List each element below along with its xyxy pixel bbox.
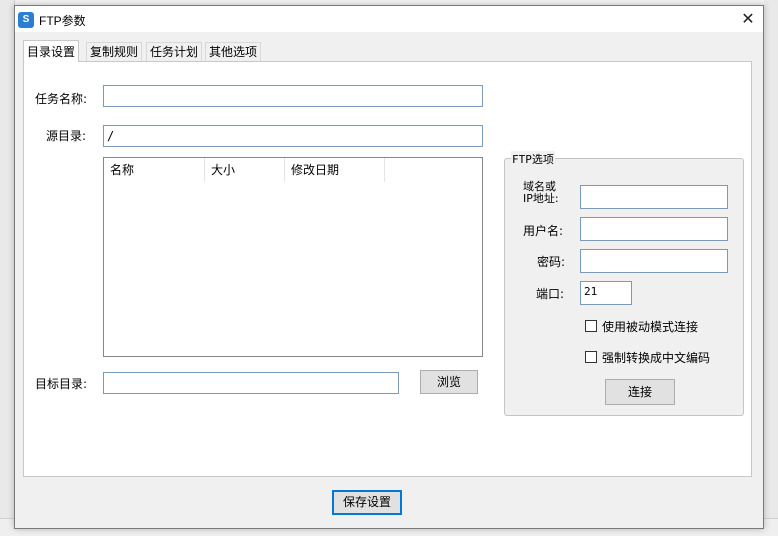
host-input[interactable] <box>580 185 728 209</box>
tab-task-schedule[interactable]: 任务计划 <box>146 42 203 61</box>
app-icon: S <box>18 12 34 28</box>
connect-button[interactable]: 连接 <box>605 379 675 405</box>
task-name-input[interactable] <box>103 85 483 107</box>
background-right-edge <box>764 0 778 535</box>
passive-mode-label[interactable]: 使用被动模式连接 <box>602 318 698 335</box>
username-input[interactable] <box>580 217 728 241</box>
force-chinese-encoding-label[interactable]: 强制转换成中文编码 <box>602 349 710 366</box>
force-chinese-encoding-checkbox[interactable] <box>585 351 597 363</box>
port-input[interactable]: 21 <box>580 281 632 305</box>
close-icon: ✕ <box>741 9 755 28</box>
close-button[interactable]: ✕ <box>737 9 759 29</box>
remote-file-list[interactable]: 名称 大小 修改日期 <box>103 157 483 357</box>
ftp-options-title: FTP选项 <box>511 151 555 167</box>
ftp-params-dialog: S FTP参数 ✕ 目录设置 复制规则 任务计划 其他选项 任务名称: 源目录:… <box>14 5 764 529</box>
tab-directory-settings[interactable]: 目录设置 <box>23 40 80 62</box>
target-dir-input[interactable] <box>103 372 399 394</box>
task-name-label: 任务名称: <box>35 92 88 106</box>
tab-panel-directory-settings: 任务名称: 源目录: / 名称 大小 修改日期 目标目录: 浏览 FTP选项 域… <box>23 61 752 477</box>
passive-mode-checkbox[interactable] <box>585 320 597 332</box>
port-label: 端口: <box>536 287 565 301</box>
ftp-options-group: FTP选项 域名或 IP地址: 用户名: 密码: 端口: 21 使用被动模式连接… <box>504 151 744 416</box>
column-header-name[interactable]: 名称 <box>104 158 205 182</box>
tab-other-options[interactable]: 其他选项 <box>205 42 262 61</box>
target-dir-label: 目标目录: <box>35 377 88 391</box>
host-label-line2: IP地址: <box>523 192 559 205</box>
tab-copy-rules[interactable]: 复制规则 <box>86 42 143 61</box>
browse-button[interactable]: 浏览 <box>420 370 478 394</box>
background-left-edge <box>0 0 15 535</box>
source-dir-label: 源目录: <box>46 129 87 143</box>
password-input[interactable] <box>580 249 728 273</box>
source-dir-input[interactable]: / <box>103 125 483 147</box>
password-label: 密码: <box>537 255 566 269</box>
save-settings-button[interactable]: 保存设置 <box>332 490 402 515</box>
dialog-titlebar: S FTP参数 ✕ <box>15 6 763 32</box>
column-header-modified-date[interactable]: 修改日期 <box>285 158 385 182</box>
dialog-title: FTP参数 <box>39 14 86 28</box>
column-header-size[interactable]: 大小 <box>205 158 285 182</box>
username-label: 用户名: <box>523 224 564 238</box>
